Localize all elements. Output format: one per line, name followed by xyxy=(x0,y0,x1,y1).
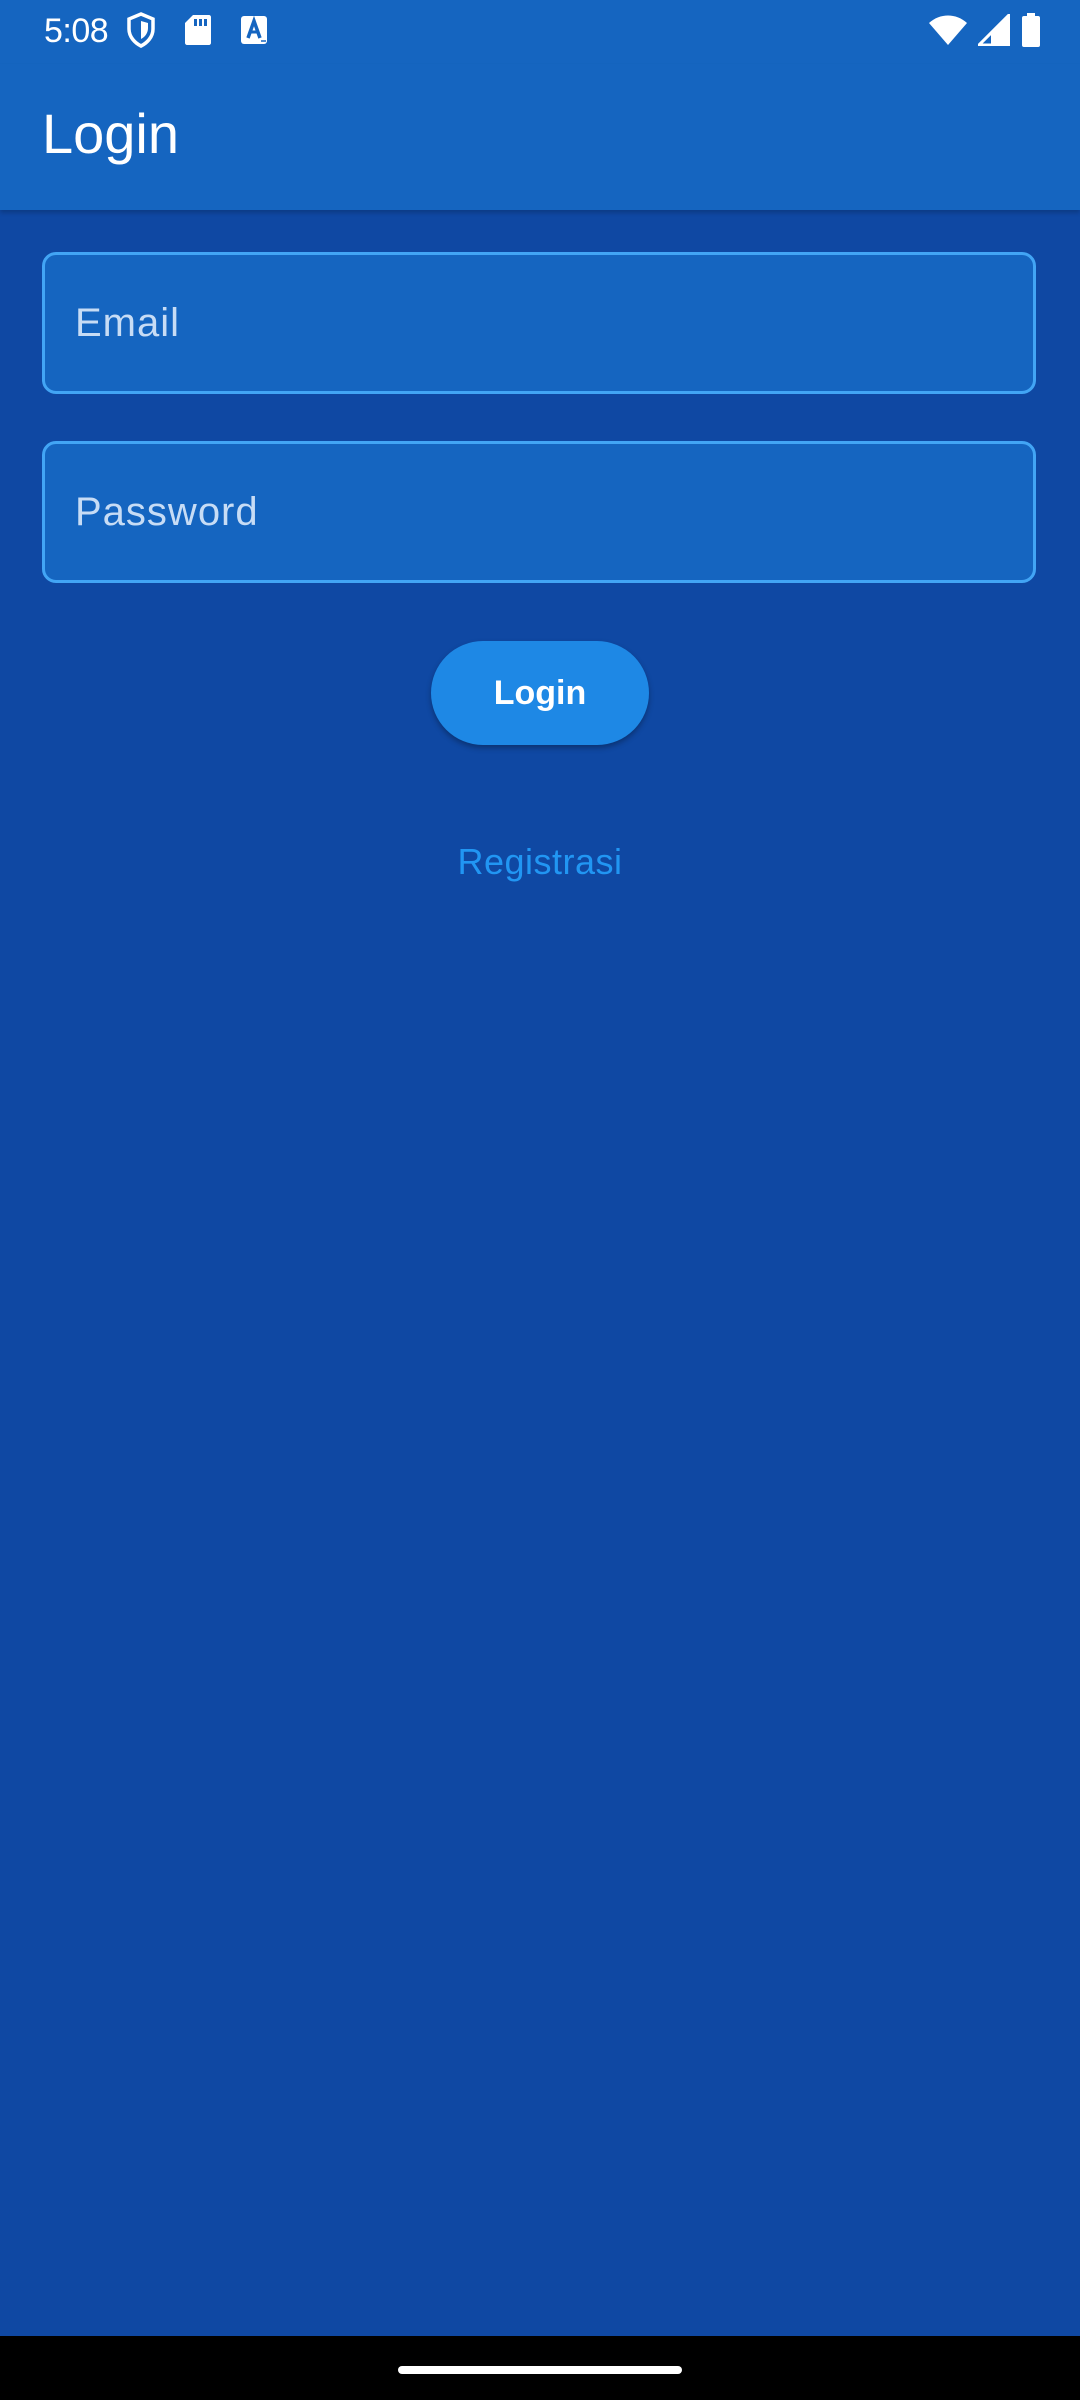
cell-signal-icon xyxy=(975,10,1011,51)
login-button[interactable]: Login xyxy=(431,641,649,745)
navigation-bar xyxy=(0,2336,1080,2400)
wifi-icon xyxy=(928,14,968,51)
register-link-label[interactable]: Registrasi xyxy=(457,841,622,882)
battery-icon xyxy=(1020,12,1042,53)
password-input[interactable] xyxy=(45,444,1033,580)
shield-icon xyxy=(126,11,156,53)
status-left-icons xyxy=(126,11,296,53)
home-gesture-handle[interactable] xyxy=(398,2366,682,2374)
page-title: Login xyxy=(42,102,180,165)
status-bar: 5:08 xyxy=(0,0,1080,64)
font-a-icon xyxy=(240,15,268,50)
status-time: 5:08 xyxy=(44,12,109,50)
sd-card-icon xyxy=(184,13,212,52)
email-field[interactable] xyxy=(42,252,1036,394)
app-bar: Login xyxy=(0,64,1080,210)
register-link[interactable]: Registrasi xyxy=(0,832,1080,892)
email-input[interactable] xyxy=(45,255,1033,391)
password-field[interactable] xyxy=(42,441,1036,583)
status-right-icons xyxy=(918,10,1042,53)
